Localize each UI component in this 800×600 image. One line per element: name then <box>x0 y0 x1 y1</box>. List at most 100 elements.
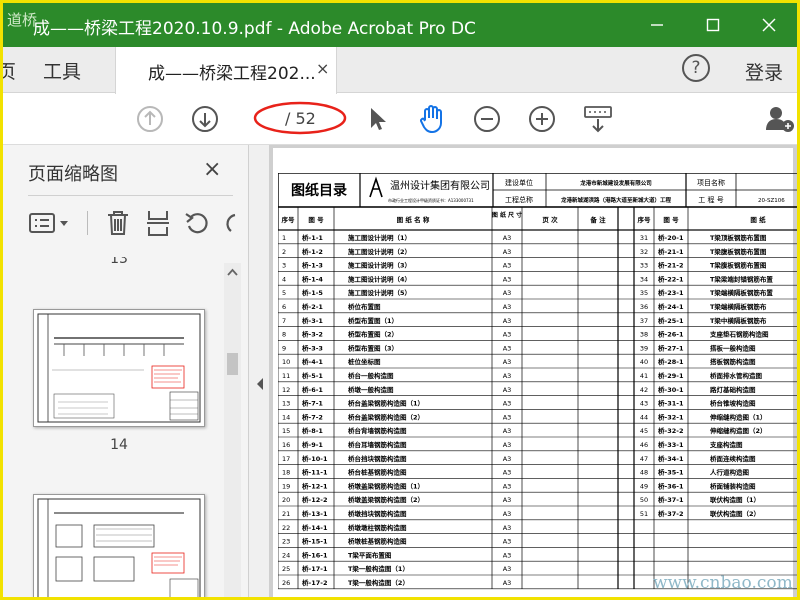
thumbnail-number: 14 <box>110 437 128 453</box>
thumbnail-scrollbar[interactable] <box>224 263 241 597</box>
table-cell: 施工图设计说明（1） <box>348 233 411 242</box>
red-annotation-ellipse-icon <box>253 101 347 135</box>
column-header: 图 号 <box>308 215 324 224</box>
table-cell: A3 <box>503 400 512 408</box>
table-cell: 桥型布置图（1） <box>348 316 398 325</box>
table-cell: 桥-30-1 <box>658 385 684 394</box>
table-cell: 桥-36-1 <box>658 481 684 490</box>
table-cell: A3 <box>503 413 512 421</box>
share-user-button[interactable] <box>763 102 797 136</box>
table-cell: 15 <box>282 427 290 435</box>
document-tab-label: 成——桥梁工程202... <box>148 64 316 84</box>
rotate-page-button[interactable] <box>181 205 215 241</box>
hand-icon <box>420 105 442 134</box>
table-cell: 桥-28-1 <box>658 357 684 366</box>
table-cell: 45 <box>640 427 648 435</box>
table-cell: 桥-17-2 <box>302 578 327 587</box>
bottom-watermark: www.cnbao.com <box>653 573 793 593</box>
extract-page-button[interactable] <box>141 205 175 241</box>
thumbnail-list: 13 14 <box>3 257 223 597</box>
table-cell: A3 <box>503 234 512 242</box>
close-window-button[interactable] <box>741 3 797 47</box>
table-cell: 施工图设计说明（4） <box>348 274 411 283</box>
scroll-thumb[interactable] <box>227 353 238 375</box>
menu-tools-tab[interactable]: 工具 <box>43 57 81 84</box>
project-value: 龙港新城湖滨路（港路大道至新城大道）工程 <box>560 196 672 204</box>
drawing-thumbnail-icon <box>37 313 201 423</box>
table-cell: 32 <box>640 248 648 256</box>
table-cell: 桥-4-1 <box>302 357 323 366</box>
table-cell: A3 <box>503 524 512 532</box>
maximize-button[interactable] <box>685 3 741 47</box>
table-cell: 2 <box>282 248 286 256</box>
drawing-catalog-table: 图纸目录 温州设计集团有限公司市政行业工程设计甲级资质证书：A133000731 建… <box>278 173 797 590</box>
catalog-title: 图纸目录 <box>291 182 347 199</box>
hand-tool-button[interactable] <box>415 102 449 136</box>
page-thumbnail[interactable] <box>33 309 205 427</box>
menu-home-tab[interactable]: 页 <box>3 57 16 84</box>
zoom-in-button[interactable] <box>525 102 559 136</box>
table-cell: A3 <box>503 455 512 463</box>
select-tool-button[interactable] <box>361 102 395 136</box>
delete-page-button[interactable] <box>101 205 135 241</box>
table-cell: A3 <box>503 344 512 352</box>
builder-label: 建设单位 <box>505 178 533 187</box>
page-thumbnail[interactable] <box>33 494 205 597</box>
rotate-right-button[interactable] <box>221 205 241 241</box>
table-cell: 桥-32-1 <box>658 412 684 421</box>
tab-close-icon[interactable]: × <box>316 59 329 78</box>
minimize-button[interactable] <box>629 3 685 47</box>
table-cell: 桥-37-2 <box>658 509 683 518</box>
table-cell: 桥-14-1 <box>302 523 328 532</box>
table-cell: A3 <box>503 372 512 380</box>
sidebar-collapse-handle[interactable] <box>249 145 269 597</box>
plus-circle-icon <box>529 106 555 132</box>
thumbnail-options-button[interactable] <box>27 205 73 241</box>
document-view[interactable]: 图纸目录 温州设计集团有限公司 市政行业工程设计甲级资质证书：A133000731 建… <box>269 145 797 597</box>
pdf-page: 图纸目录 温州设计集团有限公司 市政行业工程设计甲级资质证书：A133000731 建… <box>273 148 797 597</box>
table-cell: 桥-8-1 <box>302 426 323 435</box>
login-button[interactable]: 登录 <box>745 58 783 85</box>
title-bar: 道桥 成——桥梁工程2020.10.9.pdf - Adobe Acrobat … <box>3 3 797 47</box>
column-header: 图 纸 尺 寸 <box>492 211 522 219</box>
table-cell: T梁端横隔板钢筋布置 <box>710 288 773 297</box>
previous-page-button[interactable] <box>133 102 167 136</box>
table-cell: 48 <box>640 469 648 477</box>
next-page-button[interactable] <box>188 102 222 136</box>
table-cell: 桥-10-1 <box>302 454 328 463</box>
sidebar-divider <box>28 195 233 196</box>
keyboard-tool-button[interactable] <box>581 102 615 136</box>
minimize-icon <box>651 24 663 26</box>
app-window: 道桥 成——桥梁工程2020.10.9.pdf - Adobe Acrobat … <box>0 0 800 600</box>
table-cell: 桥墩盖梁钢筋构造图（1） <box>348 481 424 490</box>
help-button[interactable]: ? <box>682 54 710 82</box>
close-icon <box>762 18 776 32</box>
table-cell: 桥-1-2 <box>302 247 323 256</box>
table-cell: 51 <box>640 510 648 518</box>
table-cell: A3 <box>503 331 512 339</box>
table-cell: 37 <box>640 317 648 325</box>
table-cell: 桥墩墩柱钢筋构造图 <box>348 523 407 532</box>
zoom-out-button[interactable] <box>470 102 504 136</box>
table-cell: 8 <box>282 331 286 339</box>
table-cell: T梁一般构造图（1） <box>348 564 409 573</box>
table-cell: 桥-7-2 <box>302 412 323 421</box>
table-cell: 43 <box>640 400 648 408</box>
table-cell: 14 <box>282 413 290 421</box>
column-header: 图 纸 名 称 <box>397 215 430 224</box>
table-cell: 搭板钢筋构造图 <box>710 357 756 366</box>
table-cell: 12 <box>282 386 290 394</box>
builder-value: 龙港市新城建设发展有限公司 <box>579 179 652 187</box>
document-tab[interactable]: 成——桥梁工程202... × <box>115 47 337 94</box>
table-cell: 50 <box>640 496 648 504</box>
table-cell: 桥-1-3 <box>302 261 323 270</box>
table-cell: T梁端横隔板钢筋布 <box>710 302 767 311</box>
table-cell: 35 <box>640 289 648 297</box>
table-cell: 桥面铺装构造图 <box>710 481 756 490</box>
table-cell: T梁一般构造图（2） <box>348 578 409 587</box>
table-cell: 桥-21-1 <box>658 247 684 256</box>
table-cell: 9 <box>282 344 286 352</box>
table-cell: A3 <box>503 469 512 477</box>
sidebar-close-icon[interactable]: × <box>203 157 221 182</box>
table-cell: 桥-3-2 <box>302 330 323 339</box>
